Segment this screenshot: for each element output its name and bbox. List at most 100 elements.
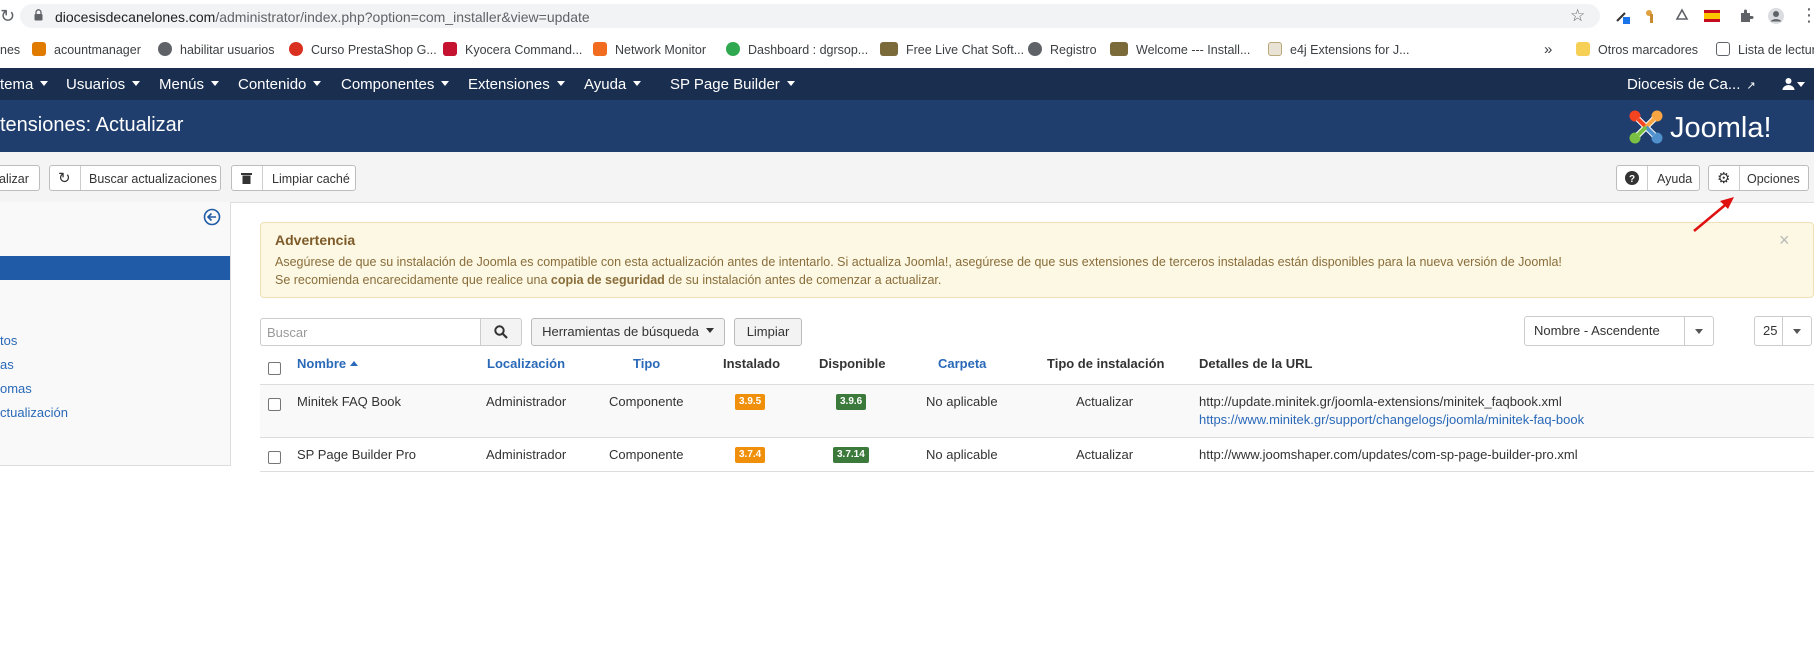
caret-down-icon[interactable] xyxy=(1797,82,1805,87)
folder-icon xyxy=(1576,42,1590,56)
sidebar-item-update[interactable]: ctualización xyxy=(0,405,68,420)
reading-list-icon xyxy=(1716,42,1730,56)
external-link-icon: ↗ xyxy=(1746,80,1756,92)
nav-menu-extensions[interactable]: Extensiones xyxy=(468,76,565,93)
toolbar: alizar ↻ Buscar actualizaciones Limpiar … xyxy=(0,152,1814,203)
bookmark-item[interactable]: e4j Extensions for J... xyxy=(1268,42,1410,58)
search-button[interactable] xyxy=(480,318,522,346)
search-tools-button[interactable]: Herramientas de búsqueda xyxy=(531,318,725,346)
chevron-down-icon xyxy=(1684,317,1713,345)
reading-list[interactable]: Lista de lectura xyxy=(1716,42,1814,58)
bookmark-item[interactable]: Registro xyxy=(1028,42,1097,58)
sidebar-item[interactable]: tos xyxy=(0,333,17,348)
row-checkbox[interactable] xyxy=(268,451,281,464)
sidebar-item[interactable]: omas xyxy=(0,381,32,396)
sort-select[interactable]: Nombre - Ascendente xyxy=(1524,316,1714,346)
column-header-install-type: Tipo de instalación xyxy=(1047,356,1165,371)
help-button[interactable]: ? Ayuda xyxy=(1616,165,1700,191)
row-checkbox[interactable] xyxy=(268,398,281,411)
star-icon[interactable]: ☆ xyxy=(1570,6,1585,26)
bookmarks-bar: nes acountmanager habilitar usuarios Cur… xyxy=(0,32,1814,69)
eyedropper-extension-icon[interactable] xyxy=(1614,8,1630,24)
sort-ascending-icon xyxy=(350,361,359,366)
caret-down-icon xyxy=(786,81,795,86)
browser-menu-icon[interactable]: ⋮ xyxy=(1800,5,1814,26)
recycle-extension-icon[interactable] xyxy=(1674,8,1690,24)
column-header-name[interactable]: Nombre xyxy=(297,356,359,371)
reload-icon[interactable]: ↻ xyxy=(0,6,15,27)
limit-select[interactable]: 25 xyxy=(1754,316,1812,346)
extension-install-type: Actualizar xyxy=(1076,447,1134,462)
column-header-folder[interactable]: Carpeta xyxy=(938,356,986,371)
caret-down-icon xyxy=(211,81,220,86)
caret-down-icon xyxy=(556,81,565,86)
bookmark-item[interactable]: Kyocera Command... xyxy=(443,42,582,58)
people-favicon-icon xyxy=(1110,42,1128,56)
alert-heading: Advertencia xyxy=(275,232,356,248)
sidebar-item-active[interactable] xyxy=(0,256,230,280)
nav-menu-help[interactable]: Ayuda xyxy=(584,76,642,93)
nav-menu-menus[interactable]: Menús xyxy=(159,76,220,93)
update-button[interactable]: alizar xyxy=(0,165,40,191)
clear-cache-button[interactable]: Limpiar caché xyxy=(231,165,356,191)
user-menu-icon[interactable] xyxy=(1782,77,1795,90)
people-favicon-icon xyxy=(880,42,898,56)
bookmark-item[interactable]: acountmanager xyxy=(32,42,141,58)
nav-menu-sp-page-builder[interactable]: SP Page Builder xyxy=(670,76,795,93)
extension-folder: No aplicable xyxy=(926,394,998,409)
column-header-installed: Instalado xyxy=(723,356,781,371)
nav-menu-content[interactable]: Contenido xyxy=(238,76,322,93)
url-host: diocesisdecanelones.com xyxy=(55,9,216,25)
nav-menu-users[interactable]: Usuarios xyxy=(66,76,141,93)
update-url: http://update.minitek.gr/joomla-extensio… xyxy=(1199,394,1562,409)
nav-menu-system[interactable]: tema xyxy=(0,76,49,93)
bookmark-item[interactable]: Curso PrestaShop G... xyxy=(289,42,437,58)
column-header-url-details: Detalles de la URL xyxy=(1199,356,1313,371)
extension-location: Administrador xyxy=(486,447,567,462)
caret-down-icon xyxy=(705,328,714,333)
bookmark-item[interactable]: Free Live Chat Soft... xyxy=(880,42,1024,58)
caret-down-icon xyxy=(132,81,141,86)
caret-down-icon xyxy=(313,81,322,86)
network-monitor-favicon-icon xyxy=(593,42,607,56)
sidebar-item[interactable]: as xyxy=(0,357,14,372)
find-updates-button[interactable]: ↻ Buscar actualizaciones xyxy=(49,165,221,191)
bookmark-item[interactable]: Dashboard : dgrsop... xyxy=(726,42,868,58)
more-bookmarks-chevron-icon[interactable]: » xyxy=(1544,42,1552,58)
bookmark-item[interactable]: Network Monitor xyxy=(593,42,706,58)
column-header-type[interactable]: Tipo xyxy=(633,356,660,371)
extension-type: Componente xyxy=(609,447,684,462)
page-header: tensiones: Actualizar xyxy=(0,100,1814,152)
lock-icon xyxy=(34,9,43,21)
spain-flag-icon[interactable] xyxy=(1704,8,1720,24)
puzzle-extensions-icon[interactable] xyxy=(1738,8,1754,24)
changelog-link[interactable]: https://www.minitek.gr/support/changelog… xyxy=(1199,412,1584,427)
profile-avatar-icon[interactable] xyxy=(1768,8,1784,24)
extension-name: SP Page Builder Pro xyxy=(297,447,416,462)
joomla-logo: Joomla! xyxy=(1629,110,1772,144)
collapse-sidebar-icon[interactable] xyxy=(203,208,221,226)
select-all-checkbox[interactable] xyxy=(268,362,281,375)
site-name-link[interactable]: Diocesis de Ca... ↗ xyxy=(1627,76,1756,93)
prestashop-favicon-icon xyxy=(289,42,303,56)
other-bookmarks-folder[interactable]: Otros marcadores xyxy=(1576,42,1698,58)
extension-type: Componente xyxy=(609,394,684,409)
admin-navbar: tema Usuarios Menús Contenido Componente… xyxy=(0,68,1814,100)
column-header-location[interactable]: Localización xyxy=(487,356,565,371)
alert-message-line: Se recomienda encarecidamente que realic… xyxy=(275,273,942,287)
trash-icon xyxy=(232,166,263,190)
bookmark-item[interactable]: habilitar usuarios xyxy=(158,42,275,58)
chevron-down-icon xyxy=(1782,317,1811,345)
close-icon[interactable]: × xyxy=(1779,230,1790,251)
bookmark-item[interactable]: nes xyxy=(0,42,20,58)
clear-filters-button[interactable]: Limpiar xyxy=(734,318,802,346)
nav-menu-components[interactable]: Componentes xyxy=(341,76,450,93)
url-text: diocesisdecanelones.com/administrator/in… xyxy=(55,9,590,25)
search-input[interactable] xyxy=(260,318,480,346)
options-button[interactable]: ⚙ Opciones xyxy=(1708,165,1809,191)
svg-text:?: ? xyxy=(1629,174,1635,185)
key-extension-icon[interactable] xyxy=(1644,8,1660,24)
bookmark-item[interactable]: Welcome --- Install... xyxy=(1110,42,1250,58)
extension-install-type: Actualizar xyxy=(1076,394,1134,409)
alert-message-line: Asegúrese de que su instalación de Jooml… xyxy=(275,255,1562,269)
